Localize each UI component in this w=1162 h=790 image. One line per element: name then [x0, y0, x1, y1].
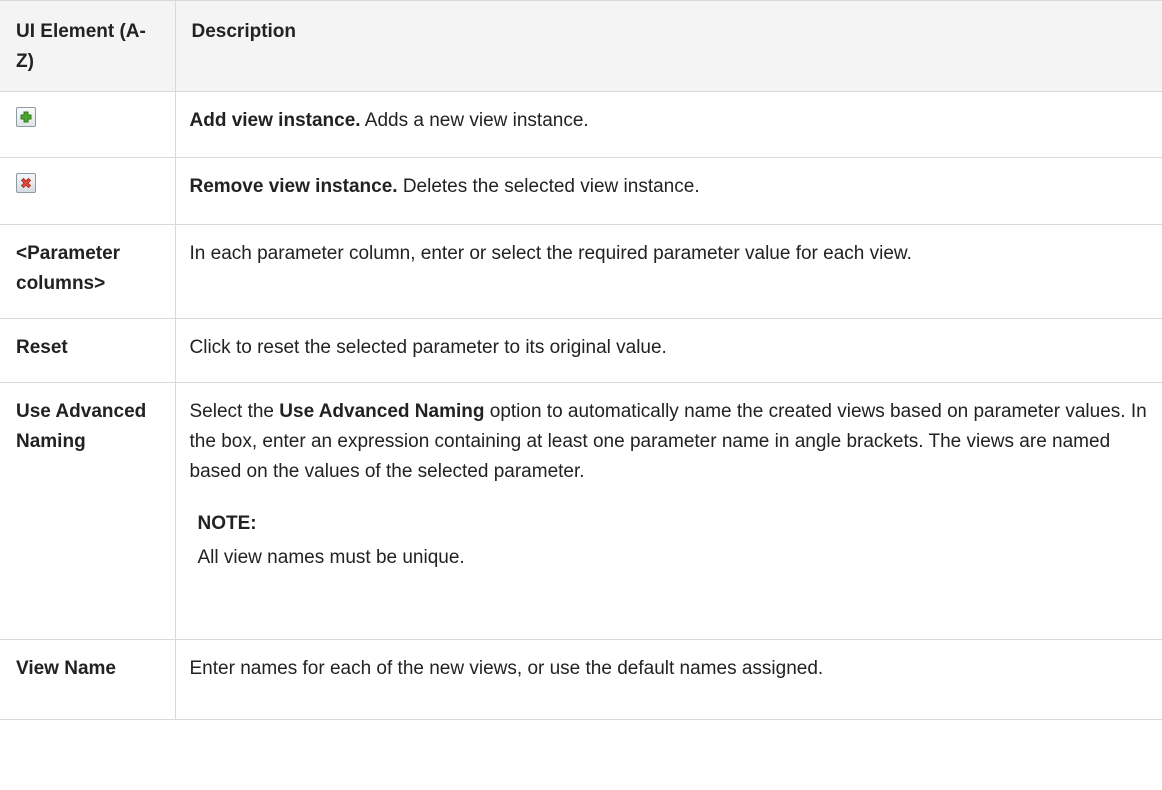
description-cell: Add view instance. Adds a new view insta…	[174, 91, 1162, 158]
element-cell: Use Advanced Naming	[0, 382, 176, 640]
header-description: Description	[174, 0, 1162, 92]
element-cell: <Parameter columns>	[0, 224, 176, 319]
element-cell	[0, 91, 176, 158]
desc-pre: Select the	[189, 401, 280, 422]
description-paragraph: Select the Use Advanced Naming option to…	[190, 397, 1156, 487]
table-row: Remove view instance. Deletes the select…	[0, 157, 1162, 225]
header-ui-element: UI Element (A-Z)	[0, 0, 176, 92]
note-text: All view names must be unique.	[197, 547, 465, 568]
description-cell: Select the Use Advanced Naming option to…	[174, 382, 1162, 640]
element-cell	[0, 157, 176, 225]
element-cell: View Name	[0, 639, 176, 720]
table-row: <Parameter columns> In each parameter co…	[0, 224, 1162, 319]
table-header-row: UI Element (A-Z) Description	[0, 0, 1162, 92]
desc-text: Deletes the selected view instance.	[397, 176, 700, 197]
table-row: Add view instance. Adds a new view insta…	[0, 91, 1162, 158]
table-row: Reset Click to reset the selected parame…	[0, 318, 1162, 383]
table-row: View Name Enter names for each of the ne…	[0, 639, 1162, 720]
description-cell: Click to reset the selected parameter to…	[174, 318, 1162, 383]
description-cell: Remove view instance. Deletes the select…	[174, 157, 1162, 225]
desc-bold: Add view instance.	[189, 110, 361, 131]
ui-elements-table: UI Element (A-Z) Description Add view in…	[0, 0, 1162, 720]
desc-text: Adds a new view instance.	[360, 110, 589, 131]
description-cell: In each parameter column, enter or selec…	[174, 224, 1162, 319]
remove-view-instance-icon	[16, 173, 36, 193]
element-cell: Reset	[0, 318, 176, 383]
description-cell: Enter names for each of the new views, o…	[174, 639, 1162, 720]
add-view-instance-icon	[16, 107, 36, 127]
desc-bold: Use Advanced Naming	[279, 401, 485, 422]
table-row: Use Advanced Naming Select the Use Advan…	[0, 382, 1162, 640]
desc-bold: Remove view instance.	[189, 176, 398, 197]
note-title: NOTE:	[197, 513, 257, 534]
note-block: NOTE: All view names must be unique.	[198, 509, 1156, 573]
